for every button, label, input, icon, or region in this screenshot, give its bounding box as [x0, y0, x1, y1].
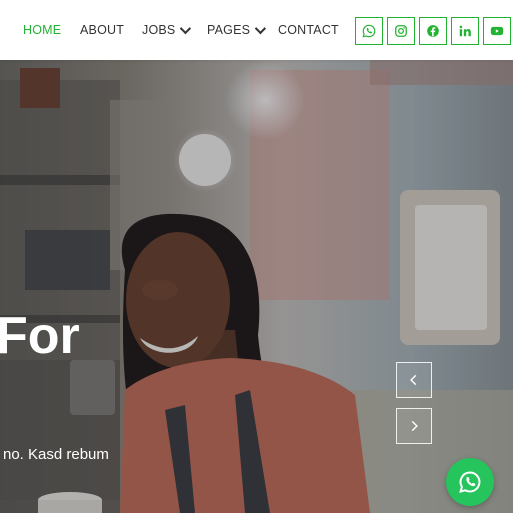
- chevron-down-icon: [180, 22, 192, 35]
- navbar: HOME ABOUT JOBS PAGES CONTACT: [0, 0, 513, 60]
- whatsapp-icon: [459, 471, 481, 493]
- hero-carousel: For no. Kasd rebum: [0, 60, 513, 513]
- chevron-down-icon: [254, 22, 267, 35]
- whatsapp-social-button[interactable]: [355, 17, 383, 45]
- instagram-social-button[interactable]: [387, 17, 415, 45]
- instagram-icon: [395, 25, 407, 37]
- nav-about[interactable]: ABOUT: [80, 0, 124, 60]
- youtube-social-button[interactable]: [483, 17, 511, 45]
- nav-jobs-label: JOBS: [142, 23, 176, 37]
- facebook-social-button[interactable]: [419, 17, 447, 45]
- nav-jobs[interactable]: JOBS: [142, 0, 192, 60]
- chevron-left-icon: [410, 374, 417, 386]
- whatsapp-icon: [362, 24, 376, 38]
- whatsapp-chat-button[interactable]: [446, 458, 494, 506]
- nav-pages-label: PAGES: [207, 23, 251, 37]
- nav-home[interactable]: HOME: [23, 0, 61, 60]
- chevron-right-icon: [411, 420, 418, 432]
- linkedin-icon: [459, 25, 471, 37]
- hero-heading: For: [0, 307, 80, 365]
- hero-text: no. Kasd rebum: [3, 446, 109, 463]
- linkedin-social-button[interactable]: [451, 17, 479, 45]
- carousel-prev-button[interactable]: [396, 362, 432, 398]
- facebook-icon: [427, 25, 439, 37]
- carousel-next-button[interactable]: [396, 408, 432, 444]
- nav-pages[interactable]: PAGES: [207, 0, 267, 60]
- youtube-icon: [490, 26, 504, 36]
- nav-contact[interactable]: CONTACT: [278, 0, 339, 60]
